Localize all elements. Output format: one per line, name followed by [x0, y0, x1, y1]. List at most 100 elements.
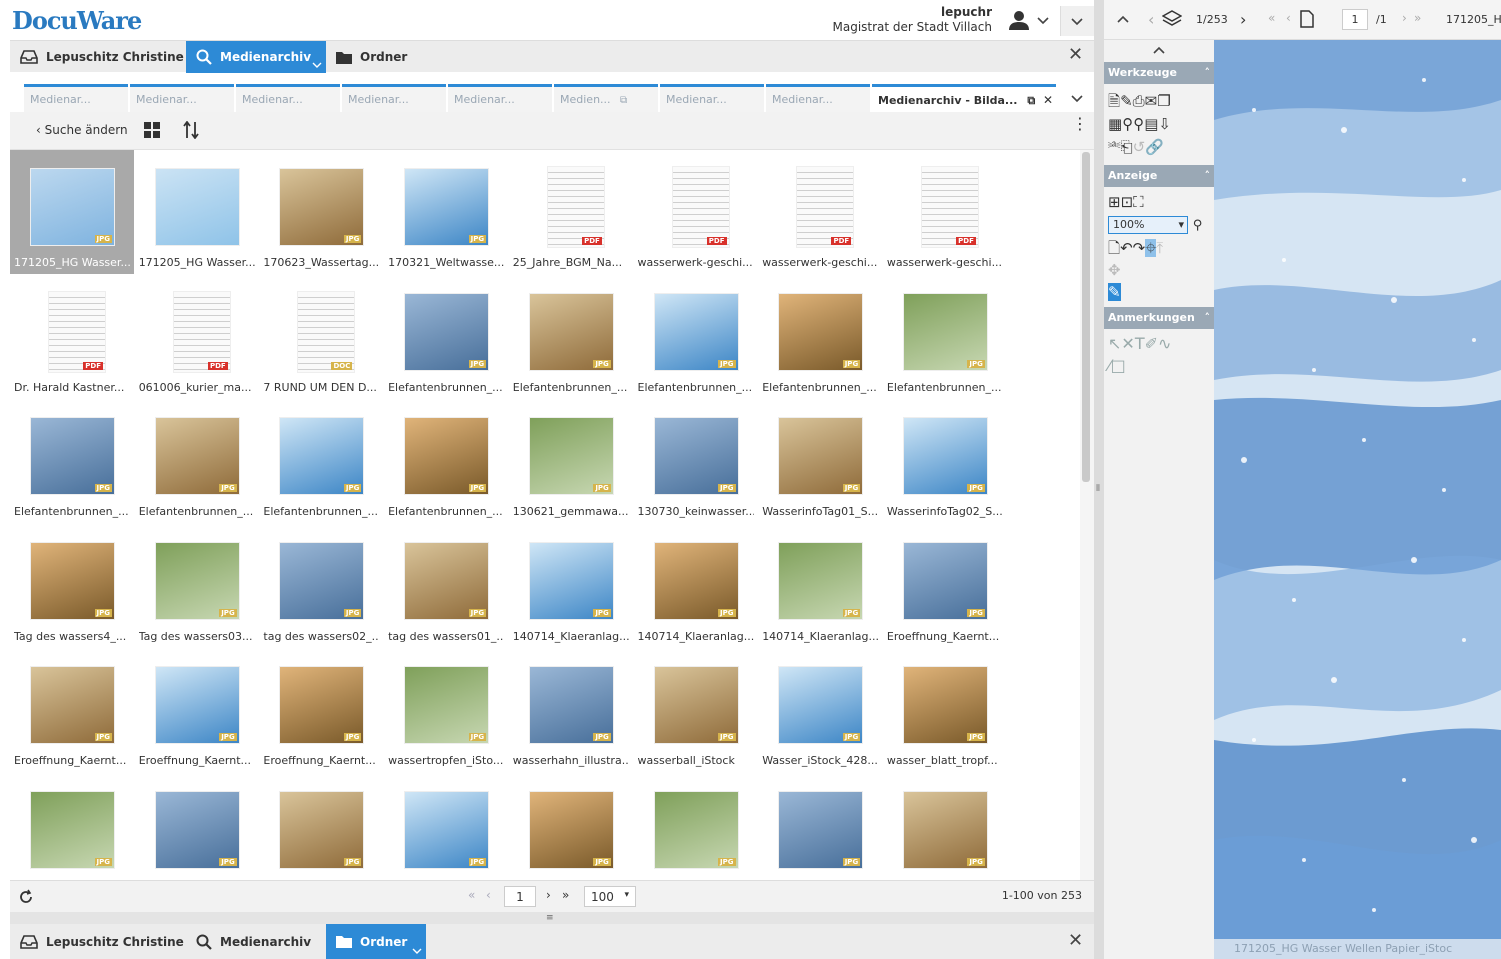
scrollbar-thumb[interactable]	[1082, 152, 1090, 482]
rotate-left-icon[interactable]: ↶	[1120, 239, 1133, 257]
first-page-icon[interactable]: «	[468, 888, 475, 902]
result-tile[interactable]: JPG 130621_gemmawa...	[509, 399, 633, 523]
previous-document-icon[interactable]: ‹	[1148, 10, 1154, 29]
chevron-down-icon[interactable]	[412, 947, 422, 955]
tools-section-header[interactable]: Werkzeuge ˄	[1104, 62, 1214, 84]
result-tile[interactable]: PDF wasserwerk-geschi...	[758, 150, 882, 274]
result-tile[interactable]: PDF 061006_kurier_ma...	[135, 275, 259, 399]
tab-medienarchiv[interactable]: Medienarchiv	[186, 924, 326, 959]
result-tile[interactable]: JPG Eroeffnung_Kaernt...	[10, 648, 134, 772]
result-tile[interactable]: PDF wasserwerk-geschi...	[634, 150, 758, 274]
result-tile[interactable]: JPG	[259, 773, 383, 881]
tab-ordner[interactable]: Ordner	[326, 41, 426, 73]
clipboard-icon[interactable]: ⎗	[1121, 138, 1133, 156]
fit-page-icon[interactable]: ⊞	[1108, 193, 1121, 211]
popout-icon[interactable]: ⧉	[620, 95, 627, 106]
pane-divider[interactable]: ⦀	[1094, 0, 1104, 959]
mail-icon[interactable]: ✉	[1145, 92, 1158, 110]
zoom-select[interactable]: 100% ▾	[1108, 215, 1188, 234]
result-tile[interactable]: JPG 170321_Weltwasse...	[384, 150, 508, 274]
user-icon[interactable]	[1008, 9, 1030, 31]
result-tile[interactable]: JPG WasserinfoTag01_S...	[758, 399, 882, 523]
fit-icon[interactable]: ⤒	[1156, 239, 1163, 257]
result-tile[interactable]: JPG	[384, 773, 508, 881]
result-tile[interactable]: JPG wassertropfen_iSto...	[384, 648, 508, 772]
result-tile[interactable]: JPG Tag des wassers4_...	[10, 524, 134, 648]
viewer-page-input[interactable]: 1	[1342, 9, 1368, 30]
close-icon[interactable]: ✕	[1068, 930, 1083, 951]
previous-page-icon[interactable]: ‹	[486, 888, 491, 902]
sort-icon[interactable]	[183, 121, 199, 139]
result-tile[interactable]: JPG Elefantenbrunnen_...	[259, 399, 383, 523]
result-tile[interactable]: JPG Eroeffnung_Kaernt...	[259, 648, 383, 772]
result-tile[interactable]: JPG Wasser_iStock_428...	[758, 648, 882, 772]
result-tile[interactable]: JPG Eroeffnung_Kaernt...	[135, 648, 259, 772]
first-page-icon[interactable]: «	[1268, 11, 1275, 25]
close-icon[interactable]: ✕	[1043, 93, 1053, 107]
result-tile[interactable]: JPG Elefantenbrunnen_...	[509, 275, 633, 399]
result-tile[interactable]: JPG Elefantenbrunnen_...	[10, 399, 134, 523]
last-page-icon[interactable]: »	[1414, 11, 1421, 25]
result-tile[interactable]: JPG tag des wassers01_...	[384, 524, 508, 648]
chevron-up-icon[interactable]	[1116, 13, 1130, 27]
result-tile[interactable]: JPG tag des wassers02_...	[259, 524, 383, 648]
pointer-icon[interactable]: ↖	[1108, 334, 1121, 353]
result-tile[interactable]: JPG Elefantenbrunnen_...	[384, 399, 508, 523]
more-options-icon[interactable]: ⋮	[1072, 116, 1088, 132]
result-tile[interactable]: JPG 140714_Klaeranlag...	[758, 524, 882, 648]
zoom-search-icon[interactable]: ⚲	[1193, 218, 1203, 233]
view-section-header[interactable]: Anzeige ˄	[1104, 165, 1214, 187]
subtab-result[interactable]: Medienar...	[24, 84, 128, 112]
result-tile[interactable]: JPG 130730_keinwasser...	[634, 399, 758, 523]
result-tile[interactable]: JPG 171205_HG Wasser...	[10, 150, 134, 274]
thumbnail-view-icon[interactable]	[144, 122, 160, 138]
collapse-panel-button[interactable]	[1104, 40, 1214, 62]
history-icon[interactable]: ↺	[1133, 138, 1146, 156]
subtab-active-result[interactable]: Medienarchiv - Bilda... ⧉ ✕	[872, 84, 1056, 112]
tab-ordner[interactable]: Ordner	[326, 924, 426, 959]
next-document-icon[interactable]: ›	[1240, 10, 1246, 29]
result-tile[interactable]: JPG Elefantenbrunnen_...	[883, 275, 1007, 399]
next-page-icon[interactable]: ›	[1402, 11, 1407, 25]
result-tile[interactable]: JPG Eroeffnung_Kaernt...	[883, 524, 1007, 648]
collapse-header-button[interactable]	[1060, 6, 1094, 36]
fit-width-icon[interactable]: ⊡	[1121, 193, 1134, 211]
index-icon[interactable]: ▤	[1144, 115, 1158, 133]
popout-icon[interactable]: ⧉	[1027, 94, 1035, 107]
result-tile[interactable]: JPG	[135, 773, 259, 881]
result-tile[interactable]: PDF Dr. Harald Kastner...	[10, 275, 134, 399]
change-search-button[interactable]: ‹ Suche ändern	[36, 123, 128, 137]
rotate-right-icon[interactable]: ↷	[1133, 239, 1146, 257]
result-tile[interactable]: JPG Elefantenbrunnen_...	[384, 275, 508, 399]
freehand-icon[interactable]: ∿	[1158, 334, 1171, 353]
select-tool-icon[interactable]: ⌖	[1145, 239, 1157, 257]
subtab-result[interactable]: Medienar...	[660, 84, 764, 112]
page-icon[interactable]: 🗋	[1108, 239, 1120, 257]
result-tile[interactable]: JPG WasserinfoTag02_S...	[883, 399, 1007, 523]
chevron-down-icon[interactable]	[312, 61, 322, 69]
result-tile[interactable]: JPG Tag des wassers03...	[135, 524, 259, 648]
subtab-result[interactable]: Medien... ⧉	[554, 84, 658, 112]
pan-icon[interactable]: ✥	[1108, 261, 1121, 279]
thumbnails-icon[interactable]: ▦	[1108, 115, 1122, 133]
result-tile[interactable]: JPG Elefantenbrunnen_...	[634, 275, 758, 399]
next-page-icon[interactable]: ›	[546, 888, 551, 902]
page-number-input[interactable]: 1	[504, 886, 536, 907]
document-preview[interactable]: 171205_HG Wasser Wellen Papier_iStoc	[1214, 40, 1501, 959]
result-tile[interactable]: JPG Elefantenbrunnen_...	[758, 275, 882, 399]
splitter-bar[interactable]: ≡	[10, 912, 1094, 924]
result-tile[interactable]: JPG	[883, 773, 1007, 881]
last-page-icon[interactable]: »	[562, 888, 569, 902]
subtab-result[interactable]: Medienar...	[130, 84, 234, 112]
results-scrollbar[interactable]	[1080, 150, 1094, 880]
save-icon[interactable]: 🗎	[1108, 92, 1120, 110]
tab-lepuschitz-christine[interactable]: Lepuschitz Christine	[10, 924, 186, 959]
download-icon[interactable]: ⇩	[1158, 115, 1171, 133]
close-icon[interactable]: ✕	[1068, 44, 1083, 65]
rectangle-icon[interactable]: □	[1111, 356, 1126, 375]
annotations-section-header[interactable]: Anmerkungen ˄	[1104, 307, 1214, 329]
text-icon[interactable]: T	[1135, 334, 1145, 353]
subtabs-overflow-chevron-icon[interactable]	[1070, 91, 1084, 105]
result-tile[interactable]: JPG 140714_Klaeranlag...	[509, 524, 633, 648]
tab-lepuschitz-christine[interactable]: Lepuschitz Christine	[10, 41, 186, 73]
